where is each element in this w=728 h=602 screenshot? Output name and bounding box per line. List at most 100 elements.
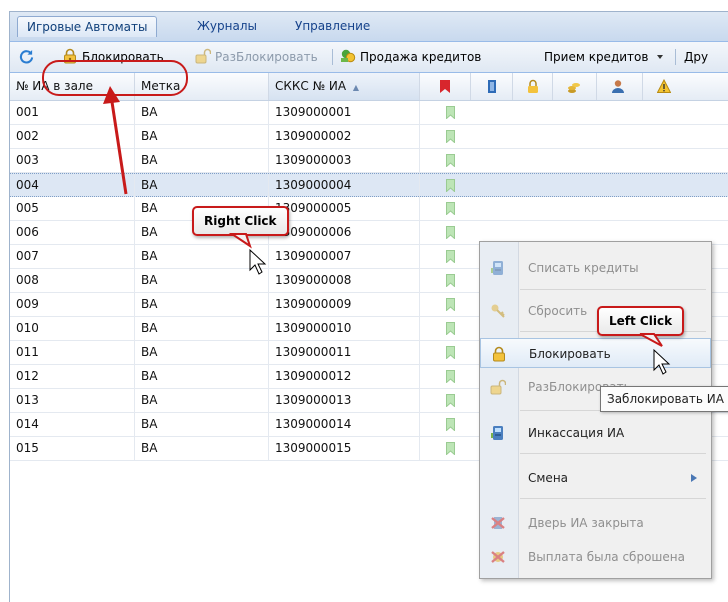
toolbar-separator [332,49,333,65]
user-icon [612,80,624,93]
cell-skks: 1309000014 [269,413,420,436]
cell-tag: ВА [135,437,269,460]
submenu-arrow-icon [691,474,697,482]
cell-skks: 1309000001 [269,101,420,124]
bookmark-green-icon [446,274,455,287]
cell-tag: ВА [135,365,269,388]
machine-icon [491,261,503,275]
highlight-ring [42,60,188,96]
cell-number: 011 [10,341,135,364]
unlock-icon [490,379,506,395]
menu-item-label: Сбросить [528,304,588,318]
refresh-icon[interactable] [19,49,34,64]
right-click-callout: Right Click [192,206,289,236]
column-header-bookmark[interactable] [420,73,471,100]
cell-number: 014 [10,413,135,436]
coins-icon [568,83,580,93]
column-header-skks[interactable]: СККС № ИА ▲ [269,73,420,100]
cell-tag: ВА [135,149,269,172]
tab-management[interactable]: Управление [286,16,379,36]
door-icon [488,80,496,93]
cell-number: 012 [10,365,135,388]
tab-journals[interactable]: Журналы [188,16,266,36]
cell-skks: 1309000002 [269,125,420,148]
cell-tag: ВА [135,174,269,197]
menu-item-collection[interactable]: Инкассация ИА [480,418,711,448]
menu-separator [520,453,706,454]
table-row[interactable]: 005 ВА 1309000005 [10,197,728,221]
cell-tag: ВА [135,293,269,316]
cell-number: 003 [10,149,135,172]
bookmark-green-icon [446,106,455,119]
machine-icon [491,426,503,440]
column-header-user[interactable] [597,73,643,100]
receive-credits-label: Прием кредитов [544,50,649,64]
column-header-warning[interactable] [643,73,728,100]
bookmark-green-icon [446,298,455,311]
cell-number: 015 [10,437,135,460]
unlock-icon [195,48,211,64]
cell-number: 004 [10,174,135,197]
bookmark-green-icon [446,179,455,192]
toolbar-separator [675,49,676,65]
column-header-door[interactable] [471,73,513,100]
bookmark-green-icon [446,370,455,383]
table-row[interactable]: 002 ВА 1309000002 [10,125,728,149]
cell-number: 013 [10,389,135,412]
cell-skks: 1309000007 [269,245,420,268]
bookmark-green-icon [446,130,455,143]
cell-skks: 1309000011 [269,341,420,364]
menu-item-write-off-credits[interactable]: Списать кредиты [480,253,711,283]
menu-item-label: Списать кредиты [528,261,639,275]
column-header-skks-label: СККС № ИА [275,79,347,93]
table-row[interactable]: 003 ВА 1309000003 [10,149,728,173]
bookmark-green-icon [446,442,455,455]
cell-skks: 1309000010 [269,317,420,340]
column-header-coins[interactable] [553,73,597,100]
cell-tag: ВА [135,317,269,340]
bookmark-green-icon [446,418,455,431]
payout-reset-icon [491,551,505,563]
cell-number: 010 [10,317,135,340]
lock-icon [528,79,538,93]
cell-number: 007 [10,245,135,268]
menu-item-shift[interactable]: Смена [480,463,711,493]
cell-tag: ВА [135,101,269,124]
tab-gaming-machines[interactable]: Игровые Автоматы [17,16,158,37]
cell-number: 009 [10,293,135,316]
menu-item-payout-reset[interactable]: Выплата была сброшена [480,542,711,572]
bookmark-green-icon [446,250,455,263]
cell-tag: ВА [135,245,269,268]
key-icon [491,304,505,318]
unlock-button-label: РазБлокировать [215,50,318,64]
cell-number: 002 [10,125,135,148]
menu-item-label: Смена [528,471,569,485]
menu-item-lock[interactable]: Блокировать [480,338,711,368]
menu-separator [520,498,706,499]
tab-bar: Игровые Автоматы Журналы Управление [10,12,728,42]
chevron-down-icon [657,55,664,59]
unlock-button[interactable]: РазБлокировать [195,46,318,68]
other-button[interactable]: Дру [684,46,708,68]
menu-item-door-closed[interactable]: Дверь ИА закрыта [480,508,711,538]
bookmark-green-icon [446,202,455,215]
left-click-callout: Left Click [597,306,685,336]
column-header-lock[interactable] [513,73,553,100]
cell-skks: 1309000013 [269,389,420,412]
tooltip: Заблокировать ИА [600,386,728,412]
cell-number: 008 [10,269,135,292]
sort-asc-icon: ▲ [352,83,360,92]
receive-credits-button[interactable]: Прием кредитов [544,46,664,68]
bookmark-green-icon [446,346,455,359]
cell-number: 005 [10,197,135,220]
table-row-selected[interactable]: 004 ВА 1309000004 [10,173,728,197]
table-row[interactable]: 001 ВА 1309000001 [10,101,728,125]
cell-skks: 1309000006 [269,221,420,244]
money-icon [341,49,356,63]
bookmark-green-icon [446,394,455,407]
lock-icon [493,346,505,362]
menu-item-label: Выплата была сброшена [528,550,685,564]
bookmark-green-icon [446,226,455,239]
warning-icon [657,79,671,93]
sell-credits-button[interactable]: Продажа кредитов [340,46,481,68]
